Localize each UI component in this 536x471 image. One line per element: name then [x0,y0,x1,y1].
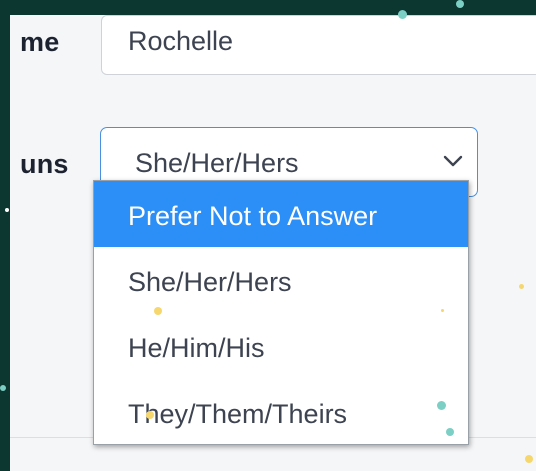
name-input[interactable]: Rochelle [101,15,536,75]
confetti-dot [5,208,9,212]
dropdown-option-he-him-his[interactable]: He/Him/His [94,313,468,379]
dropdown-option-prefer-not[interactable]: Prefer Not to Answer [94,181,468,247]
chevron-down-icon [443,155,463,167]
pronouns-dropdown-list: Prefer Not to Answer She/Her/Hers He/Him… [93,180,469,445]
confetti-dot [437,401,446,410]
pronouns-select-value: She/Her/Hers [135,148,299,178]
pronouns-field-label: uns [20,149,69,179]
confetti-dot [525,455,533,463]
dropdown-option-she-her-hers[interactable]: She/Her/Hers [94,247,468,313]
confetti-dot [519,284,524,289]
confetti-dot [446,428,454,436]
confetti-dot [146,411,154,419]
confetti-dot [398,10,407,19]
confetti-dot [0,385,6,391]
name-field-label: me [20,27,60,57]
confetti-dot [456,0,464,8]
confetti-dot [441,309,444,312]
confetti-dot [154,307,162,315]
name-input-value: Rochelle [128,26,234,56]
